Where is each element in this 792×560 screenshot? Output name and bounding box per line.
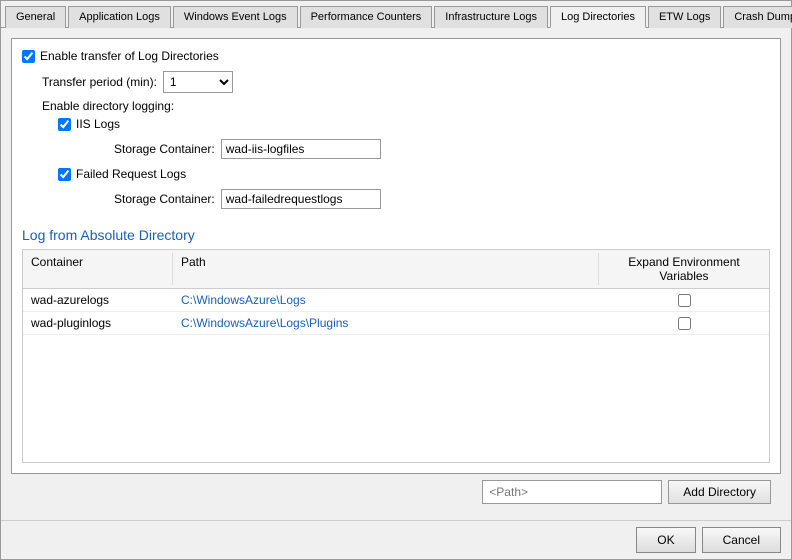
row1-expand-checkbox[interactable] bbox=[678, 294, 691, 307]
main-panel: Enable transfer of Log Directories Trans… bbox=[11, 38, 781, 474]
row1-path: C:\WindowsAzure\Logs bbox=[173, 291, 599, 309]
transfer-period-row: Transfer period (min): 1 5 10 30 60 bbox=[42, 71, 770, 93]
iis-storage-label: Storage Container: bbox=[114, 142, 215, 156]
col-header-container: Container bbox=[23, 253, 173, 285]
footer-bar: OK Cancel bbox=[1, 520, 791, 559]
content-area: Enable transfer of Log Directories Trans… bbox=[1, 28, 791, 520]
bottom-bar: Add Directory bbox=[11, 474, 781, 510]
tab-perf-counters[interactable]: Performance Counters bbox=[300, 6, 433, 28]
enable-transfer-checkbox[interactable] bbox=[22, 50, 35, 63]
tab-crash-dumps[interactable]: Crash Dumps bbox=[723, 6, 792, 28]
failed-req-checkbox[interactable] bbox=[58, 168, 71, 181]
cancel-button[interactable]: Cancel bbox=[702, 527, 781, 553]
tab-bar: General Application Logs Windows Event L… bbox=[1, 1, 791, 28]
failed-req-section: Failed Request Logs Storage Container: bbox=[58, 167, 770, 213]
iis-logs-label: IIS Logs bbox=[76, 117, 120, 131]
failed-req-label: Failed Request Logs bbox=[76, 167, 186, 181]
row1-expand bbox=[599, 292, 769, 309]
iis-storage-input[interactable] bbox=[221, 139, 381, 159]
table-body: wad-azurelogs C:\WindowsAzure\Logs wad-p… bbox=[23, 289, 769, 462]
enable-transfer-label: Enable transfer of Log Directories bbox=[40, 49, 219, 63]
row2-container: wad-pluginlogs bbox=[23, 314, 173, 332]
tab-windows-event[interactable]: Windows Event Logs bbox=[173, 6, 298, 28]
iis-logs-section: IIS Logs Storage Container: bbox=[58, 117, 770, 163]
iis-logs-checkbox[interactable] bbox=[58, 118, 71, 131]
transfer-period-label: Transfer period (min): bbox=[42, 75, 157, 89]
table-row: wad-pluginlogs C:\WindowsAzure\Logs\Plug… bbox=[23, 312, 769, 335]
transfer-period-select[interactable]: 1 5 10 30 60 bbox=[163, 71, 233, 93]
abs-dir-table: Container Path Expand Environment Variab… bbox=[22, 249, 770, 463]
row2-expand-checkbox[interactable] bbox=[678, 317, 691, 330]
failed-req-storage-row: Storage Container: bbox=[114, 189, 770, 209]
path-input[interactable] bbox=[482, 480, 662, 504]
enable-dir-logging-label: Enable directory logging: bbox=[42, 99, 770, 113]
tab-general[interactable]: General bbox=[5, 6, 66, 28]
iis-storage-row: Storage Container: bbox=[114, 139, 770, 159]
failed-req-checkbox-row: Failed Request Logs bbox=[58, 167, 770, 181]
col-header-path: Path bbox=[173, 253, 599, 285]
row2-path: C:\WindowsAzure\Logs\Plugins bbox=[173, 314, 599, 332]
tab-etw-logs[interactable]: ETW Logs bbox=[648, 6, 721, 28]
col-header-expand: Expand Environment Variables bbox=[599, 253, 769, 285]
failed-req-storage-input[interactable] bbox=[221, 189, 381, 209]
row2-expand bbox=[599, 315, 769, 332]
tab-log-dirs[interactable]: Log Directories bbox=[550, 6, 646, 28]
tab-app-logs[interactable]: Application Logs bbox=[68, 6, 171, 28]
row1-container: wad-azurelogs bbox=[23, 291, 173, 309]
table-header: Container Path Expand Environment Variab… bbox=[23, 250, 769, 289]
ok-button[interactable]: OK bbox=[636, 527, 695, 553]
abs-dir-title: Log from Absolute Directory bbox=[22, 227, 770, 243]
enable-transfer-row: Enable transfer of Log Directories bbox=[22, 49, 770, 63]
tab-infra-logs[interactable]: Infrastructure Logs bbox=[434, 6, 548, 28]
iis-logs-checkbox-row: IIS Logs bbox=[58, 117, 770, 131]
add-directory-button[interactable]: Add Directory bbox=[668, 480, 771, 504]
table-row: wad-azurelogs C:\WindowsAzure\Logs bbox=[23, 289, 769, 312]
failed-req-storage-label: Storage Container: bbox=[114, 192, 215, 206]
